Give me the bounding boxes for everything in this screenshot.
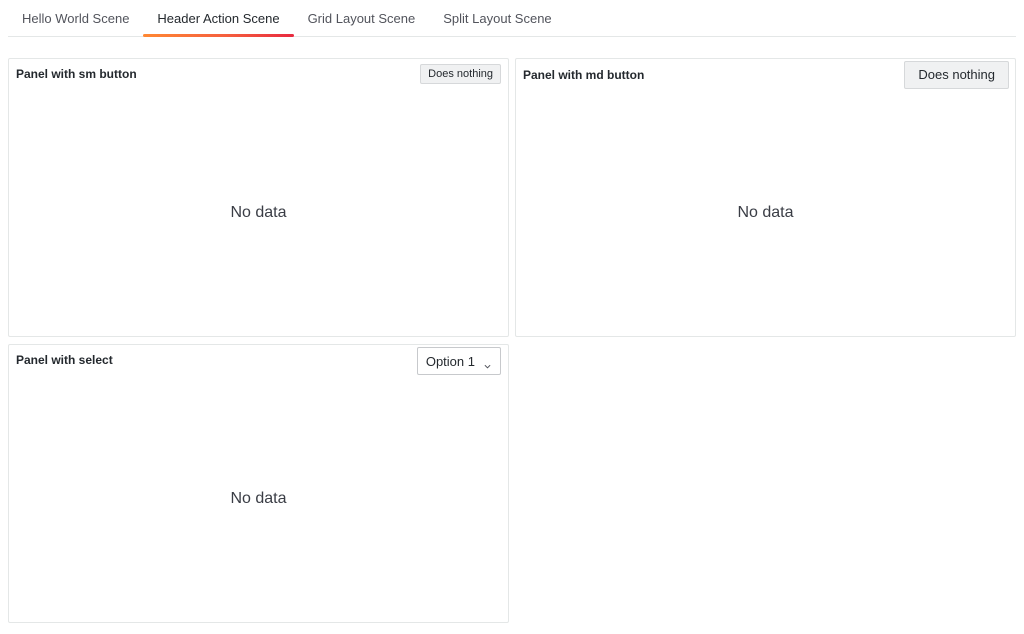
panel-title: Panel with sm button	[16, 67, 137, 81]
panel-select: Panel with select Option 1 No data	[8, 344, 509, 623]
panel-header: Panel with sm button Does nothing	[9, 59, 508, 89]
chevron-down-icon	[484, 358, 491, 369]
tab-grid-layout-scene[interactable]: Grid Layout Scene	[294, 0, 430, 36]
does-nothing-button-md[interactable]: Does nothing	[904, 60, 1009, 89]
panel-body: No data	[9, 89, 508, 336]
panel-body: No data	[9, 375, 508, 622]
panel-md-button: Panel with md button Does nothing No dat…	[515, 58, 1016, 337]
panel-header: Panel with select Option 1	[9, 345, 508, 375]
does-nothing-button-sm[interactable]: Does nothing	[420, 64, 501, 84]
select-value: Option 1	[425, 353, 475, 369]
panel-sm-button: Panel with sm button Does nothing No dat…	[8, 58, 509, 337]
tab-header-action-scene[interactable]: Header Action Scene	[143, 0, 294, 37]
tab-hello-world-scene[interactable]: Hello World Scene	[8, 0, 143, 36]
tab-split-layout-scene[interactable]: Split Layout Scene	[429, 0, 565, 36]
panel-header: Panel with md button Does nothing	[516, 59, 1015, 90]
no-data-message: No data	[230, 203, 287, 221]
panel-title: Panel with md button	[523, 67, 645, 82]
no-data-message: No data	[230, 489, 287, 507]
panel-body: No data	[516, 89, 1015, 336]
scene-tab-bar: Hello World Scene Header Action Scene Gr…	[8, 0, 1016, 37]
no-data-message: No data	[737, 203, 794, 221]
panel-title: Panel with select	[16, 353, 113, 367]
option-select[interactable]: Option 1	[416, 347, 501, 375]
